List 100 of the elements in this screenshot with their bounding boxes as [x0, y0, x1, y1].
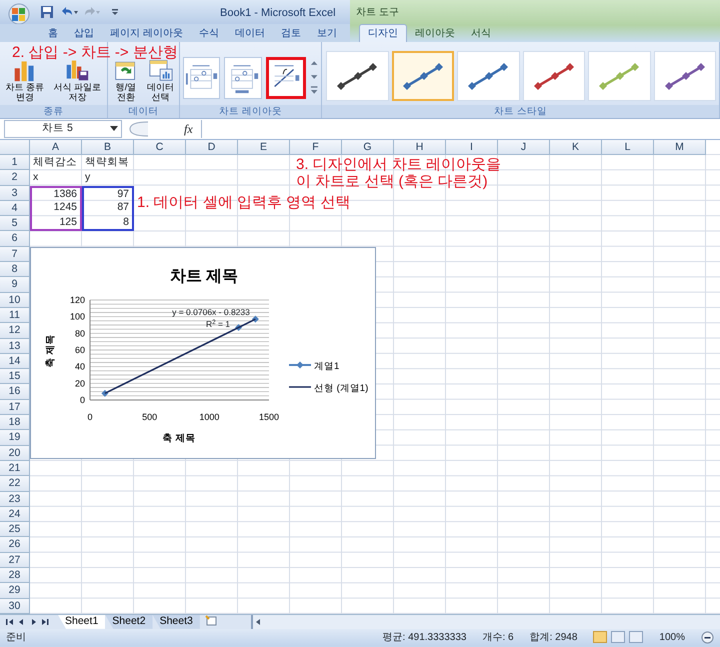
tick-label: 20 [74, 378, 85, 388]
chart-style-thumbnail[interactable] [588, 51, 651, 101]
row-header[interactable]: 7 [0, 246, 30, 262]
row-header[interactable]: 6 [0, 231, 30, 247]
customize-toolbar-icon[interactable] [110, 7, 120, 17]
column-header[interactable]: A [30, 140, 82, 155]
column-header[interactable]: M [654, 140, 706, 155]
ribbon-tab[interactable]: 데이터 [226, 24, 273, 42]
chart-layout-thumbnail[interactable] [183, 57, 220, 99]
row-header[interactable]: 30 [0, 598, 30, 614]
row-header[interactable]: 4 [0, 200, 30, 216]
horizontal-scrollbar[interactable] [250, 614, 720, 629]
column-header[interactable]: L [602, 140, 654, 155]
annotation-text: 1. 데이터 셀에 입력후 영역 선택 [137, 194, 350, 211]
column-header[interactable]: F [290, 140, 342, 155]
save-icon[interactable] [40, 5, 54, 19]
column-header[interactable]: K [550, 140, 602, 155]
axis-title: 축 제목 [45, 334, 56, 368]
row-header[interactable]: 12 [0, 323, 30, 339]
row-header[interactable]: 28 [0, 568, 30, 584]
ribbon-tab[interactable]: 페이지 레이아웃 [102, 24, 191, 42]
dropdown-caret-icon[interactable] [110, 126, 118, 132]
chart-layout-thumbnail[interactable] [224, 57, 262, 99]
row-header[interactable]: 15 [0, 369, 30, 384]
view-button[interactable] [593, 631, 608, 644]
name-box[interactable]: 차트 5 [4, 120, 122, 138]
axis-title: 축 제목 [162, 433, 196, 444]
tick-label: 120 [70, 295, 85, 305]
column-header[interactable]: I [446, 140, 498, 155]
row-header[interactable]: 19 [0, 430, 30, 446]
row-header[interactable]: 8 [0, 262, 30, 278]
sheet-tab[interactable]: Sheet2 [105, 614, 153, 629]
legend-label: 선형 (계열1) [314, 383, 368, 394]
ribbon-tab[interactable]: 디자인 [358, 24, 407, 42]
ribbon-tab[interactable]: 삽입 [66, 24, 102, 42]
row-header[interactable]: 17 [0, 400, 30, 416]
row-header[interactable]: 25 [0, 522, 30, 538]
window-title: Book1 - Microsoft Excel [220, 6, 336, 21]
row-header[interactable]: 2 [0, 170, 30, 186]
view-button[interactable] [629, 631, 644, 644]
zoom-out-icon[interactable] [701, 630, 714, 644]
row-header[interactable]: 21 [0, 460, 30, 476]
tick-label: 1500 [258, 412, 280, 422]
row-header[interactable]: 18 [0, 415, 30, 430]
chart-area[interactable]: 0 500 1000 1500 0 20 40 60 80 100 120 차트 제목 축 제목 축 제목 계열1 선형 (계열1) y = 0.0706x - 0.8233 R$^{2}$ = 1 [30, 247, 376, 459]
row-header[interactable]: 10 [0, 292, 30, 308]
row-header[interactable]: 26 [0, 537, 30, 553]
row-header[interactable]: 23 [0, 492, 30, 507]
row-header[interactable]: 13 [0, 338, 30, 354]
trendline-equation: y = 0.0706x - 0.8233 [172, 306, 250, 318]
tick-label: 1000 [199, 412, 220, 422]
column-header[interactable]: D [186, 140, 238, 155]
row-header[interactable]: 9 [0, 277, 30, 293]
tick-label: 500 [142, 412, 158, 422]
column-header[interactable]: C [134, 140, 186, 155]
column-header[interactable]: H [394, 140, 446, 155]
sheet-tab[interactable]: Sheet3 [152, 614, 200, 629]
tick-label: 100 [70, 312, 85, 322]
column-header[interactable]: G [342, 140, 394, 155]
column-header[interactable]: B [82, 140, 134, 155]
row-header[interactable]: 14 [0, 354, 30, 370]
table-cell: 97 [82, 186, 134, 201]
table-cell: 1386 [30, 186, 82, 201]
chart-style-thumbnail[interactable] [654, 51, 716, 101]
ribbon-tab[interactable]: 서식 [462, 24, 499, 42]
column-header[interactable]: E [238, 140, 290, 155]
column-header[interactable]: J [498, 140, 550, 155]
tick-label: 80 [74, 328, 85, 338]
zoom-level[interactable]: 100% [659, 630, 685, 645]
chart-style-thumbnail[interactable] [392, 51, 454, 101]
row-header[interactable]: 20 [0, 446, 30, 461]
fx-button[interactable]: fx [184, 120, 193, 138]
row-header[interactable]: 1 [0, 155, 30, 170]
row-header[interactable]: 3 [0, 186, 30, 201]
row-header[interactable]: 24 [0, 506, 30, 522]
table-cell: 8 [82, 216, 134, 232]
chart-layout-thumbnail[interactable] [266, 57, 306, 99]
ribbon-tab[interactable]: 보기 [308, 24, 345, 42]
row-header[interactable]: 11 [0, 308, 30, 324]
row-header[interactable]: 22 [0, 476, 30, 492]
ribbon-tab[interactable]: 레이아웃 [406, 24, 463, 42]
view-button[interactable] [611, 631, 626, 644]
sheet-tab[interactable]: Sheet1 [58, 614, 106, 629]
status-mode: 준비 [6, 630, 26, 645]
group-label: 차트 레이아웃 [180, 105, 321, 118]
ribbon-tab[interactable]: 수식 [190, 24, 227, 42]
row-header[interactable]: 5 [0, 216, 30, 232]
ribbon-tab[interactable]: 검토 [272, 24, 309, 42]
chart-style-thumbnail[interactable] [522, 51, 586, 101]
row-header[interactable]: 29 [0, 583, 30, 599]
table-cell-text: y [84, 170, 92, 186]
row-header[interactable]: 16 [0, 384, 30, 400]
chart-style-thumbnail[interactable] [326, 51, 388, 101]
select-all-corner[interactable] [0, 140, 30, 155]
row-header[interactable]: 27 [0, 552, 30, 568]
chart-style-thumbnail[interactable] [457, 51, 520, 101]
table-cell-text: 체력감소 [32, 155, 78, 170]
group-label: 차트 스타일 [322, 105, 719, 118]
ribbon-tab[interactable]: 홈 [40, 24, 66, 42]
chart-title: 차트 제목 [170, 268, 238, 285]
